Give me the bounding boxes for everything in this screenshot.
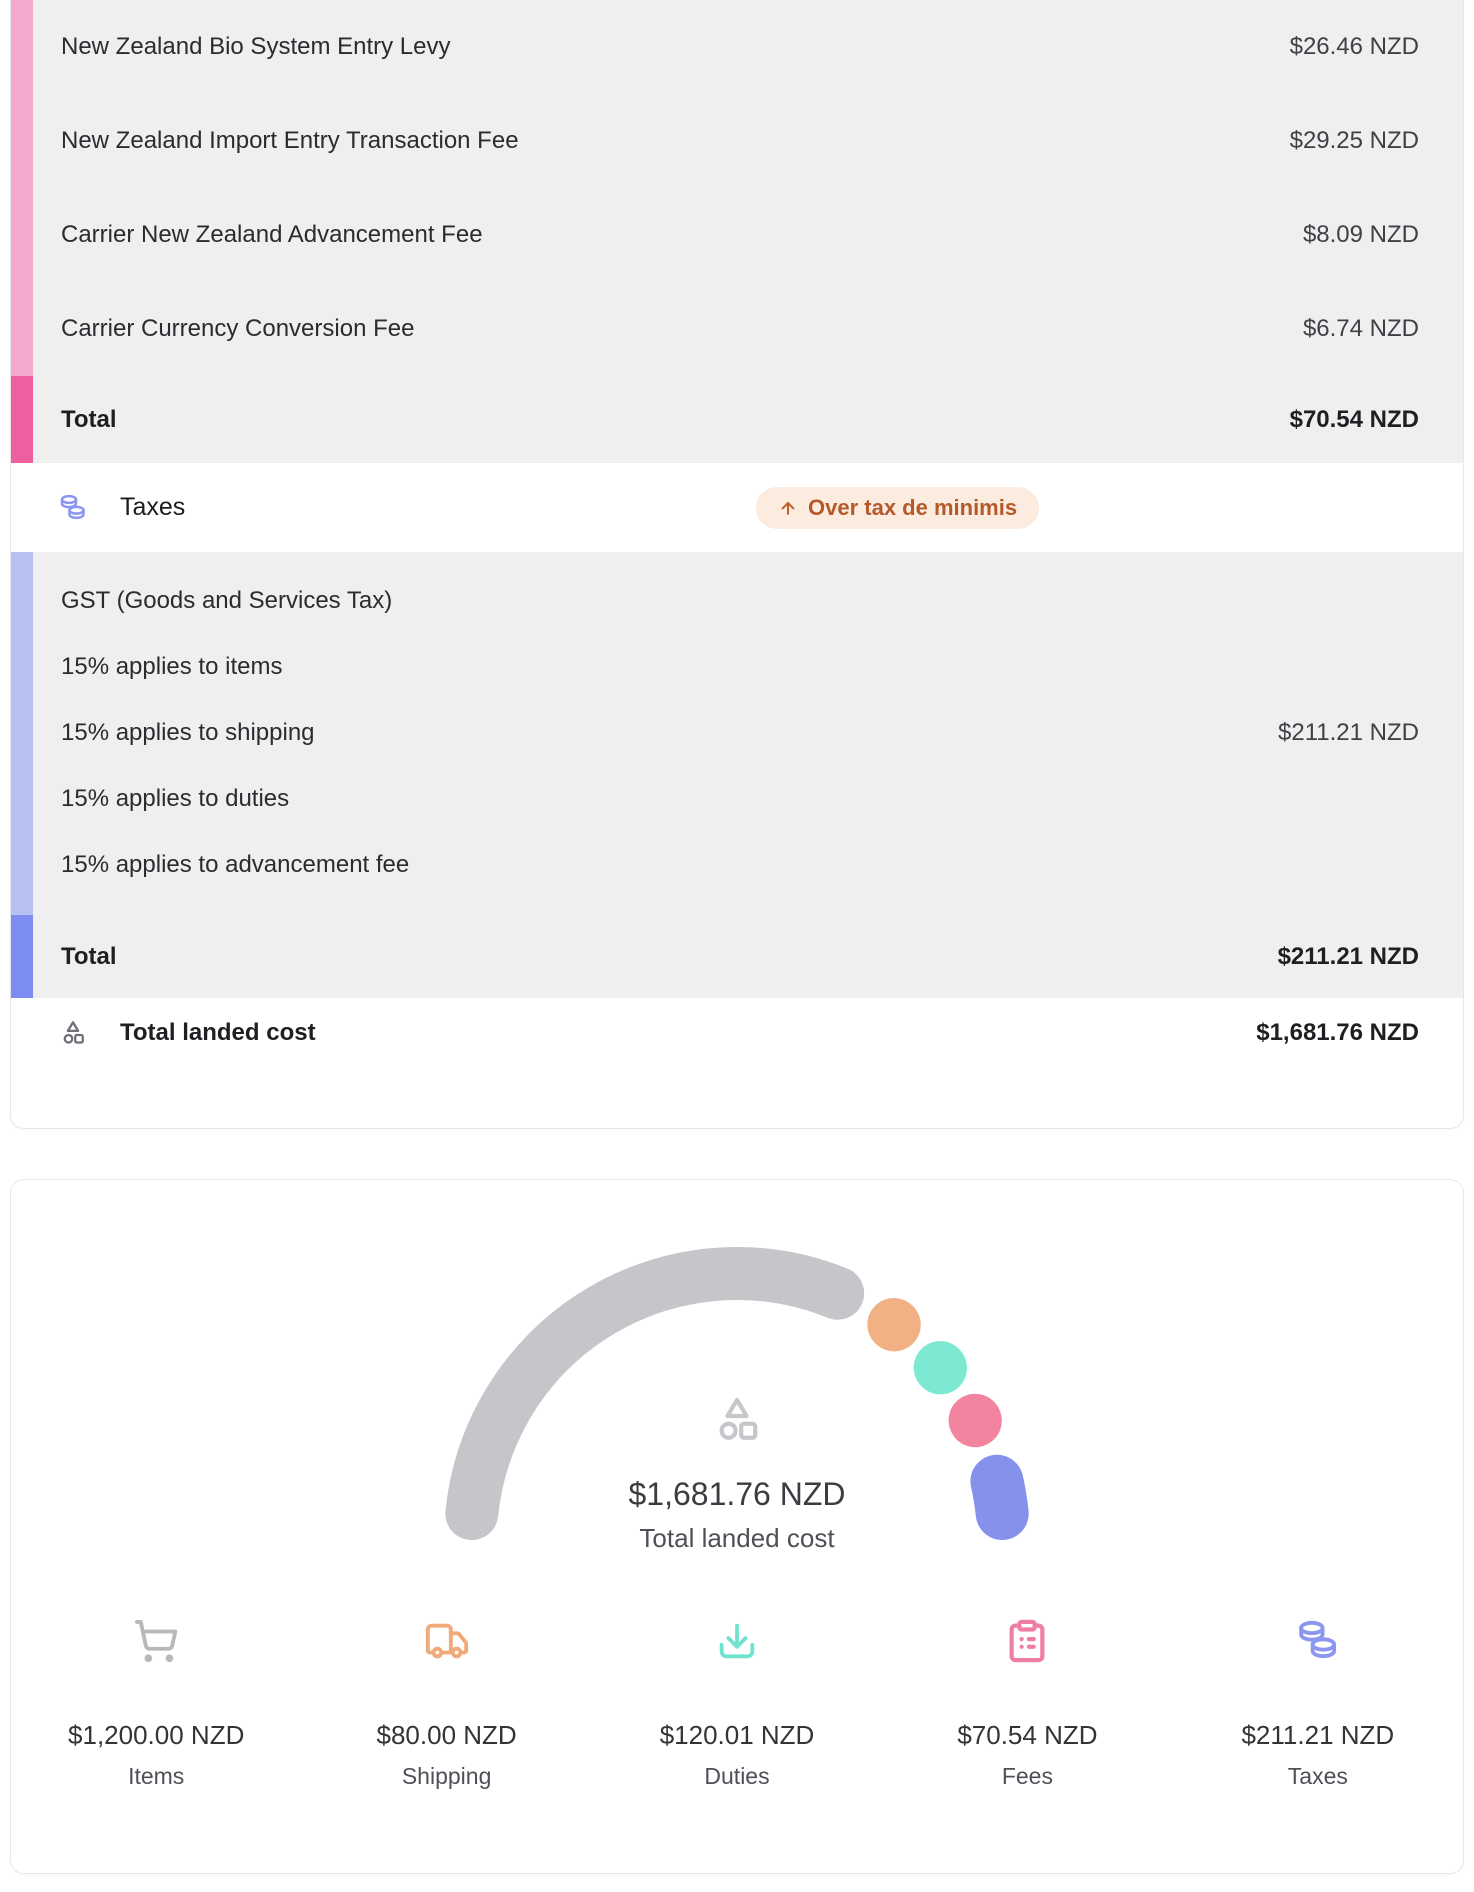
legend-item-taxes: $211.21 NZD Taxes [1173, 1618, 1463, 1790]
landed-cost-label: Total landed cost [120, 1019, 316, 1047]
taxes-header-label: Taxes [120, 493, 185, 522]
legend-amount: $1,200.00 NZD [68, 1720, 244, 1751]
legend-amount: $120.01 NZD [660, 1720, 815, 1751]
gauge-total-value: $1,681.76 NZD [628, 1476, 845, 1513]
legend-name: Fees [1002, 1763, 1053, 1790]
fee-label: Carrier Currency Conversion Fee [61, 315, 414, 343]
tax-line-row: 15% applies to shipping $211.21 NZD [33, 700, 1463, 766]
badge-label: Over tax de minimis [808, 495, 1017, 521]
coins-icon [1295, 1618, 1341, 1664]
tax-line: 15% applies to shipping [61, 719, 315, 747]
taxes-total-label: Total [61, 943, 117, 971]
fees-breakdown-section: New Zealand Bio System Entry Levy $26.46… [11, 0, 1463, 376]
fee-row: New Zealand Import Entry Transaction Fee… [33, 94, 1463, 188]
fee-amount: $8.09 NZD [1303, 221, 1419, 249]
legend-item-duties: $120.01 NZD Duties [592, 1618, 882, 1790]
truck-icon [424, 1618, 470, 1664]
fee-label: New Zealand Import Entry Transaction Fee [61, 127, 519, 155]
tax-name-row: GST (Goods and Services Tax) [33, 568, 1463, 634]
fee-amount: $6.74 NZD [1303, 315, 1419, 343]
cost-summary-chart-card: $1,681.76 NZD Total landed cost $1,200.0… [10, 1179, 1464, 1874]
legend-item-fees: $70.54 NZD Fees [882, 1618, 1172, 1790]
landed-cost-gauge: $1,681.76 NZD Total landed cost [417, 1232, 1057, 1572]
tax-name: GST (Goods and Services Tax) [61, 587, 392, 615]
fee-row: New Zealand Bio System Entry Levy $26.46… [33, 0, 1463, 94]
legend-item-shipping: $80.00 NZD Shipping [301, 1618, 591, 1790]
legend-name: Items [128, 1763, 184, 1790]
fees-total-amount: $70.54 NZD [1290, 406, 1419, 434]
legend-item-items: $1,200.00 NZD Items [11, 1618, 301, 1790]
landed-cost-icon [58, 1018, 88, 1048]
fee-row: Carrier New Zealand Advancement Fee $8.0… [33, 188, 1463, 282]
landed-cost-page: New Zealand Bio System Entry Levy $26.46… [0, 0, 1474, 1874]
landed-cost-amount: $1,681.76 NZD [1256, 1019, 1419, 1047]
coins-icon [58, 493, 88, 523]
fee-row: Carrier Currency Conversion Fee $6.74 NZ… [33, 282, 1463, 376]
fee-amount: $29.25 NZD [1290, 127, 1419, 155]
fee-amount: $26.46 NZD [1290, 33, 1419, 61]
fees-total-label: Total [61, 406, 117, 434]
tax-line-row: 15% applies to advancement fee [33, 832, 1463, 898]
taxes-total-amount: $211.21 NZD [1278, 943, 1419, 971]
tax-line-amount: $211.21 NZD [1278, 719, 1419, 747]
taxes-section-header: Taxes Over tax de minimis [11, 463, 1463, 552]
tax-line-row: 15% applies to duties [33, 766, 1463, 832]
tax-breakdown-section: GST (Goods and Services Tax) 15% applies… [11, 552, 1463, 915]
fee-label: New Zealand Bio System Entry Levy [61, 33, 451, 61]
gauge-center: $1,681.76 NZD Total landed cost [417, 1392, 1057, 1554]
tax-line: 15% applies to duties [61, 785, 289, 813]
legend-name: Duties [704, 1763, 769, 1790]
taxes-total-row: Total $211.21 NZD [11, 915, 1463, 998]
over-tax-de-minimis-badge: Over tax de minimis [756, 487, 1039, 529]
download-tray-icon [714, 1618, 760, 1664]
legend-amount: $70.54 NZD [957, 1720, 1097, 1751]
arrow-up-icon [778, 498, 798, 518]
shopping-cart-icon [133, 1618, 179, 1664]
legend-amount: $80.00 NZD [377, 1720, 517, 1751]
cost-breakdown-card: New Zealand Bio System Entry Levy $26.46… [10, 0, 1464, 1129]
fee-label: Carrier New Zealand Advancement Fee [61, 221, 483, 249]
tax-line-row: 15% applies to items [33, 634, 1463, 700]
gauge-total-label: Total landed cost [639, 1523, 834, 1554]
landed-cost-icon [709, 1392, 765, 1448]
legend-amount: $211.21 NZD [1241, 1720, 1394, 1751]
legend-name: Taxes [1288, 1763, 1348, 1790]
clipboard-icon [1004, 1618, 1050, 1664]
legend-name: Shipping [402, 1763, 492, 1790]
fees-total-row: Total $70.54 NZD [11, 376, 1463, 463]
tax-line: 15% applies to advancement fee [61, 851, 409, 879]
tax-line: 15% applies to items [61, 653, 282, 681]
cost-legend: $1,200.00 NZD Items $80.00 NZD Shipping [11, 1618, 1463, 1790]
total-landed-cost-row: Total landed cost $1,681.76 NZD [11, 998, 1463, 1128]
